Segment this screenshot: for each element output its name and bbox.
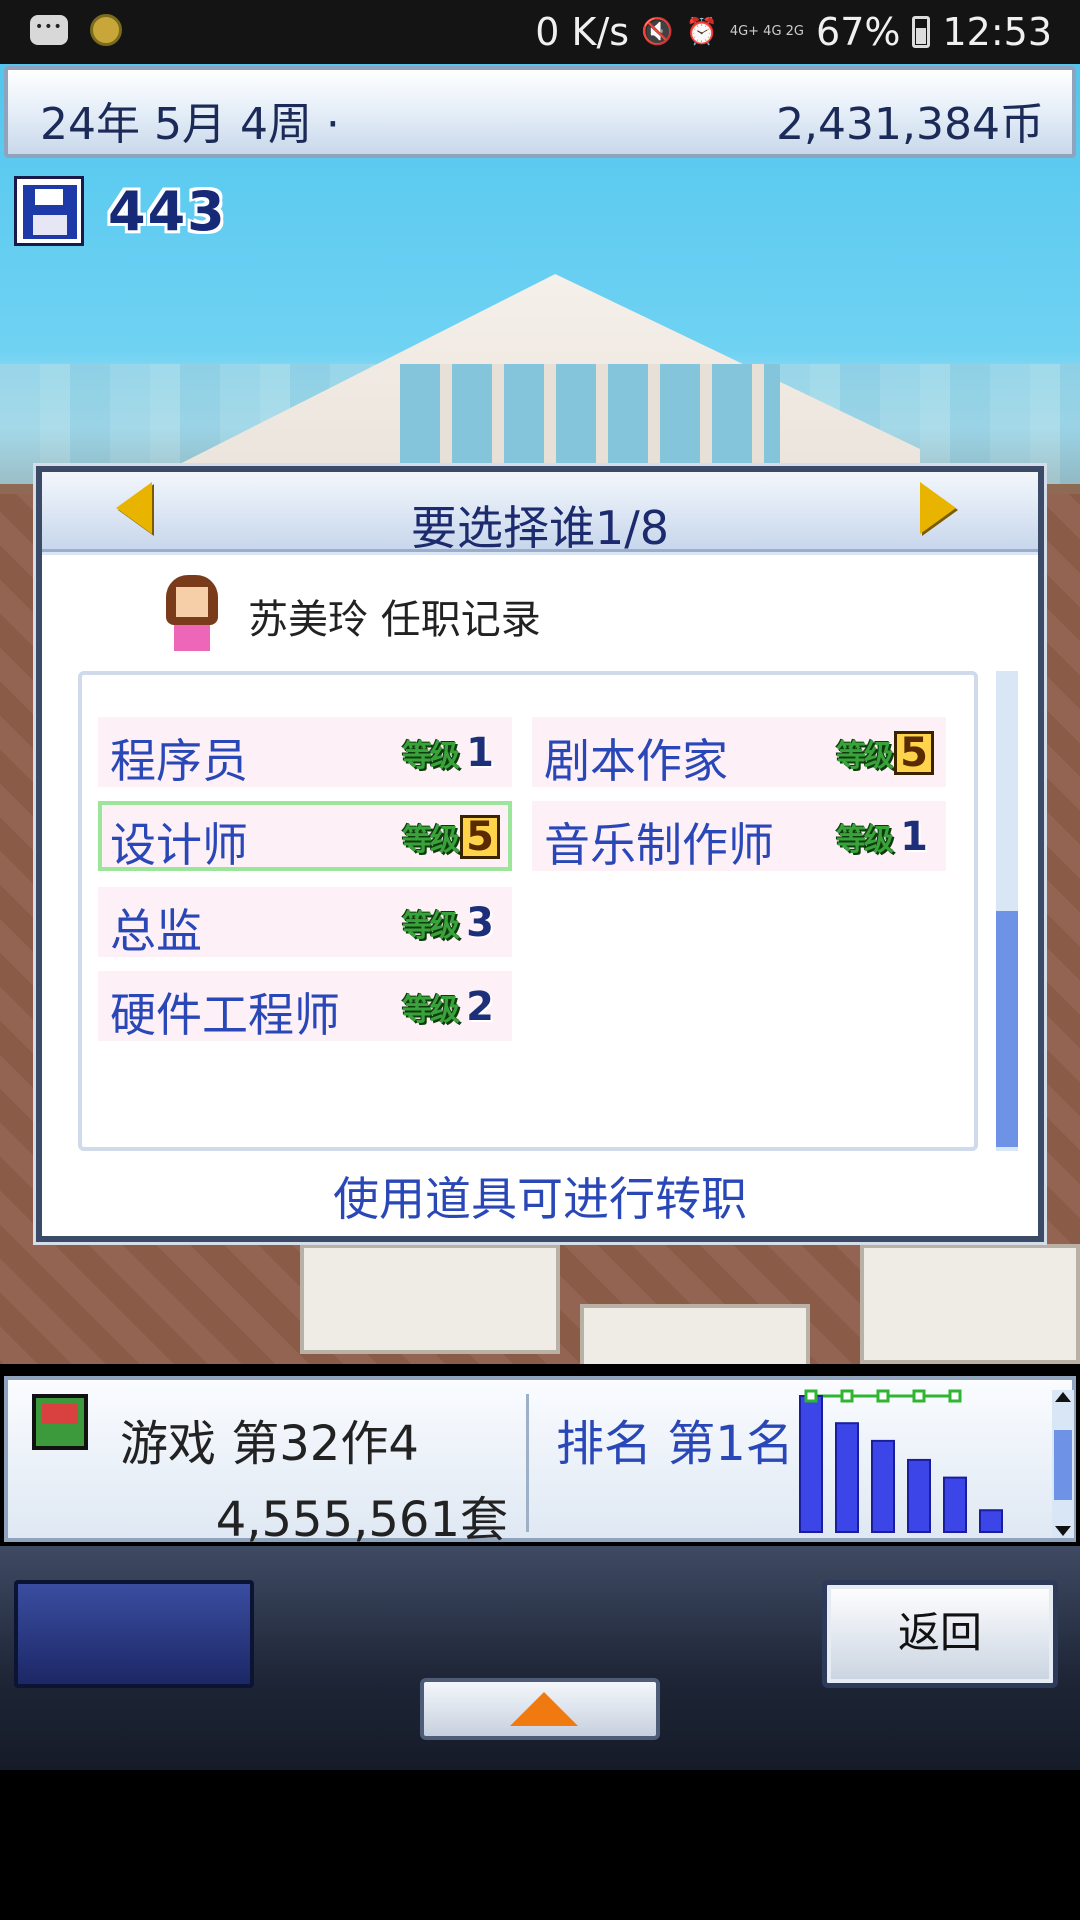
sales-bar-chart (799, 1389, 1003, 1534)
date-money-bar: 24年 5月 4周 · 2,431,384币 (4, 66, 1076, 158)
chart-bar (943, 1476, 967, 1533)
game-title: 游戏 第32作4 (120, 1416, 419, 1472)
level-value: 1 (466, 730, 494, 776)
job-change-hint: 使用道具可进行转职 (333, 1172, 747, 1226)
job-item-hardware-engineer[interactable]: 硬件工程师 等级 2 (98, 971, 512, 1042)
chart-trend-marker (948, 1389, 962, 1403)
office-desk (300, 1244, 560, 1354)
mute-icon: 🔇 (641, 17, 674, 47)
job-item-writer[interactable]: 剧本作家 等级 5 (532, 717, 946, 788)
office-desk (860, 1244, 1080, 1364)
game-rank: 排名 第1名 (556, 1416, 794, 1472)
chart-bar (979, 1509, 1003, 1533)
job-name: 硬件工程师 (110, 988, 340, 1042)
job-item-director[interactable]: 总监 等级 3 (98, 887, 512, 958)
save-disk-icon[interactable] (14, 176, 84, 246)
level-value: 2 (466, 984, 494, 1030)
funds: 2,431,384币 (776, 99, 1044, 150)
level-label: 等级 (402, 909, 460, 944)
info-scroll-thumb[interactable] (1054, 1430, 1072, 1500)
chart-bar (799, 1395, 823, 1533)
up-arrow-icon (510, 1692, 578, 1726)
chart-trend-marker (840, 1389, 854, 1403)
level-value: 5 (894, 731, 934, 775)
level-label: 等级 (402, 739, 460, 774)
dialog-header: 要选择谁1/8 (42, 472, 1038, 555)
scrollbar-thumb[interactable] (996, 911, 1018, 1147)
level-value: 5 (460, 815, 500, 859)
chart-bar (871, 1439, 895, 1534)
level-label: 等级 (836, 739, 894, 774)
dialog-title: 要选择谁1/8 (410, 501, 670, 555)
job-list-scrollbar[interactable] (996, 671, 1018, 1151)
chart-bar (907, 1458, 931, 1533)
alarm-icon: ⏰ (685, 17, 718, 47)
level-label: 等级 (402, 993, 460, 1028)
battery-icon (912, 16, 931, 48)
job-list: 程序员 等级 1 剧本作家 等级 5 设计师 等级 5 音乐制作师 等级 1 总监 等级… (78, 671, 978, 1151)
chart-bar (835, 1422, 859, 1534)
expand-up-button[interactable] (420, 1678, 660, 1740)
network-speed: 0 K/s (535, 10, 630, 54)
chart-trend-marker (912, 1389, 926, 1403)
job-name: 总监 (110, 904, 202, 958)
job-name: 程序员 (110, 734, 248, 788)
dialog-body: 苏美玲 任职记录 程序员 等级 1 剧本作家 等级 5 设计师 等级 5 音乐制作师 … (42, 555, 1038, 1236)
level-value: 1 (900, 814, 928, 860)
chart-trend-marker (876, 1389, 890, 1403)
game-date: 24年 5月 4周 · (40, 99, 340, 150)
level-label: 等级 (836, 823, 894, 858)
battery-level: 67% (816, 10, 901, 54)
job-item-programmer[interactable]: 程序员 等级 1 (98, 717, 512, 788)
chat-notification-icon (30, 15, 68, 45)
game-notification-icon (90, 14, 122, 46)
job-history-dialog: 要选择谁1/8 苏美玲 任职记录 程序员 等级 1 剧本作家 等级 5 设计师 等级… (36, 466, 1044, 1242)
divider (526, 1394, 529, 1532)
employee-avatar (164, 575, 220, 651)
game-cartridge-icon (32, 1394, 88, 1450)
next-employee-arrow-icon[interactable] (920, 482, 964, 538)
office-desk (580, 1304, 810, 1364)
job-name: 音乐制作师 (544, 818, 774, 872)
job-item-composer[interactable]: 音乐制作师 等级 1 (532, 801, 946, 872)
clock: 12:53 (942, 10, 1052, 54)
job-name: 剧本作家 (544, 734, 728, 788)
job-item-designer[interactable]: 设计师 等级 5 (98, 801, 512, 872)
employee-record-label: 苏美玲 任职记录 (248, 597, 541, 643)
menu-panel-button[interactable] (14, 1580, 254, 1688)
job-name: 设计师 (110, 818, 248, 872)
research-points: 443 (108, 180, 227, 243)
info-scrollbar[interactable] (1052, 1390, 1074, 1538)
scroll-down-icon[interactable] (1055, 1526, 1071, 1536)
scroll-up-icon[interactable] (1055, 1392, 1071, 1402)
signal-icon: 4G+ 4G 2G (729, 24, 805, 39)
game-info-panel[interactable]: 游戏 第32作4 4,555,561套 排名 第1名 (4, 1376, 1076, 1548)
level-value: 3 (466, 900, 494, 946)
game-sales: 4,555,561套 (215, 1492, 508, 1548)
status-bar: 0 K/s 🔇 ⏰ 4G+ 4G 2G 67% 12:53 (0, 0, 1080, 64)
bottom-controls: 返回 (0, 1546, 1080, 1770)
back-button[interactable]: 返回 (822, 1580, 1058, 1688)
level-label: 等级 (402, 823, 460, 858)
chart-trend-marker (804, 1389, 818, 1403)
